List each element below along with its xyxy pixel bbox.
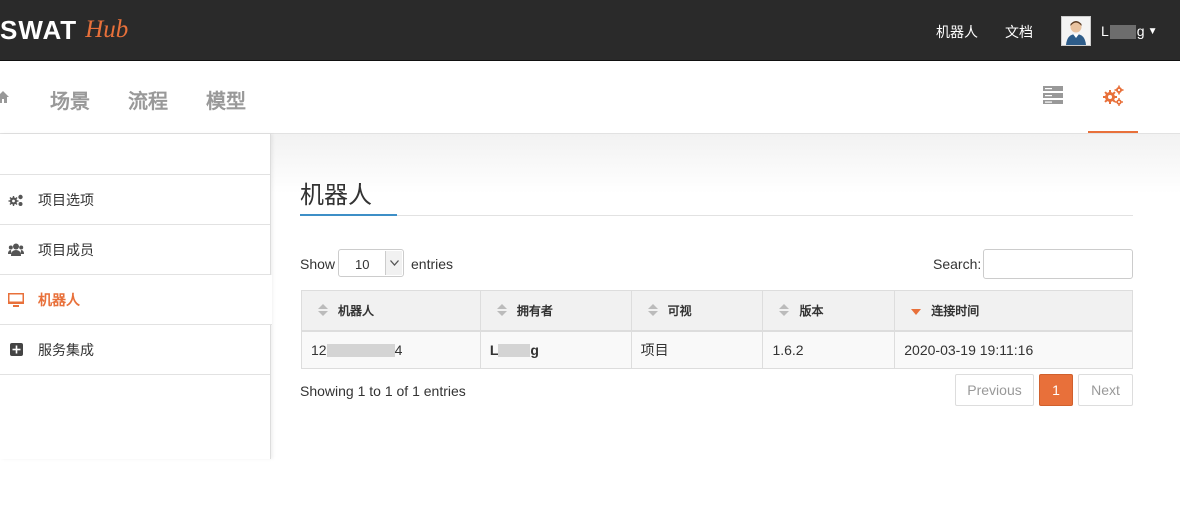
settings-gears-icon[interactable] [1102, 85, 1124, 112]
page-title: 机器人 [300, 182, 372, 209]
cell-owner: Lg [479, 330, 632, 369]
sidebar: 项目选项 项目成员 机器人 服务集成 [0, 134, 272, 459]
caret-down-icon: ▼ [1147, 25, 1158, 37]
column-header-version[interactable]: 版本 [762, 290, 896, 332]
monitor-icon [8, 292, 24, 307]
cell-version: 1.6.2 [762, 330, 896, 369]
sidebar-item-label: 项目选项 [38, 191, 94, 208]
user-name: Lg [1101, 22, 1145, 40]
column-header-robot[interactable]: 机器人 [301, 290, 481, 332]
user-menu[interactable]: Lg ▼ [1061, 15, 1158, 47]
chevron-down-icon [385, 251, 402, 275]
entries-label: entries [411, 256, 454, 272]
sidebar-item-project-options[interactable]: 项目选项 [0, 175, 270, 225]
page-length-value: 10 [355, 257, 370, 272]
cell-connected-time: 2020-03-19 19:11:16 [894, 330, 1133, 369]
section-navbar: 场景 流程 模型 [0, 61, 1180, 134]
user-avatar-icon [1062, 17, 1090, 45]
cell-robot: 12 4 [301, 330, 481, 369]
sort-both-icon [318, 303, 328, 319]
sidebar-item-project-members[interactable]: 项目成员 [0, 225, 270, 275]
users-icon [8, 243, 24, 256]
column-header-visibility[interactable]: 可视 [630, 290, 764, 332]
cell-visibility: 项目 [630, 330, 764, 369]
table-info: Showing 1 to 1 of 1 entries [300, 383, 466, 399]
next-page-button[interactable]: Next [1078, 374, 1133, 406]
topnav-robots-link[interactable]: 机器人 [936, 22, 978, 42]
page-1-button[interactable]: 1 [1039, 374, 1073, 406]
brand-sub: Hub [85, 16, 129, 43]
previous-page-button[interactable]: Previous [955, 374, 1034, 406]
column-header-owner[interactable]: 拥有者 [479, 290, 632, 332]
plus-square-icon [8, 343, 24, 356]
sidebar-item-robots[interactable]: 机器人 [0, 275, 272, 325]
sort-both-icon [647, 303, 658, 319]
robots-table: 机器人 拥有者 可视 版本 连接时间 12 4 Lg 项目 1.6.2 2020-… [301, 290, 1133, 369]
sidebar-header [0, 134, 270, 175]
nav-models[interactable]: 模型 [206, 85, 246, 114]
sidebar-item-label: 机器人 [38, 291, 80, 308]
show-label: Show [300, 256, 336, 272]
sidebar-item-label: 项目成员 [38, 241, 94, 258]
avatar [1061, 16, 1091, 46]
search-label: Search: [933, 256, 982, 272]
server-icon[interactable] [1043, 85, 1063, 110]
sort-both-icon [779, 303, 790, 319]
content-header-bg [271, 134, 1180, 194]
gears-icon [8, 193, 24, 207]
table-row[interactable]: 12 4 Lg 项目 1.6.2 2020-03-19 19:11:16 [301, 330, 1133, 369]
column-header-connected-time[interactable]: 连接时间 [894, 290, 1133, 332]
sidebar-item-label: 服务集成 [38, 341, 94, 358]
brand-logo[interactable]: SWAT Hub [0, 14, 128, 46]
title-accent-line [300, 214, 397, 216]
sort-both-icon [496, 303, 507, 319]
sidebar-item-service-integration[interactable]: 服务集成 [0, 325, 270, 375]
topnav-docs-link[interactable]: 文档 [1005, 22, 1033, 42]
title-divider [300, 215, 1133, 216]
page-length-select[interactable]: 10 [338, 249, 404, 277]
search-input[interactable] [983, 249, 1133, 279]
nav-flows[interactable]: 流程 [128, 85, 168, 114]
table-header-row: 机器人 拥有者 可视 版本 连接时间 [301, 290, 1133, 332]
sort-desc-icon [911, 304, 922, 319]
top-navbar: SWAT Hub 机器人 文档 Lg ▼ [0, 0, 1180, 61]
home-icon[interactable] [0, 89, 12, 110]
active-tab-indicator [1088, 131, 1138, 133]
nav-scenes[interactable]: 场景 [50, 85, 90, 114]
brand-name: SWAT [0, 14, 78, 45]
